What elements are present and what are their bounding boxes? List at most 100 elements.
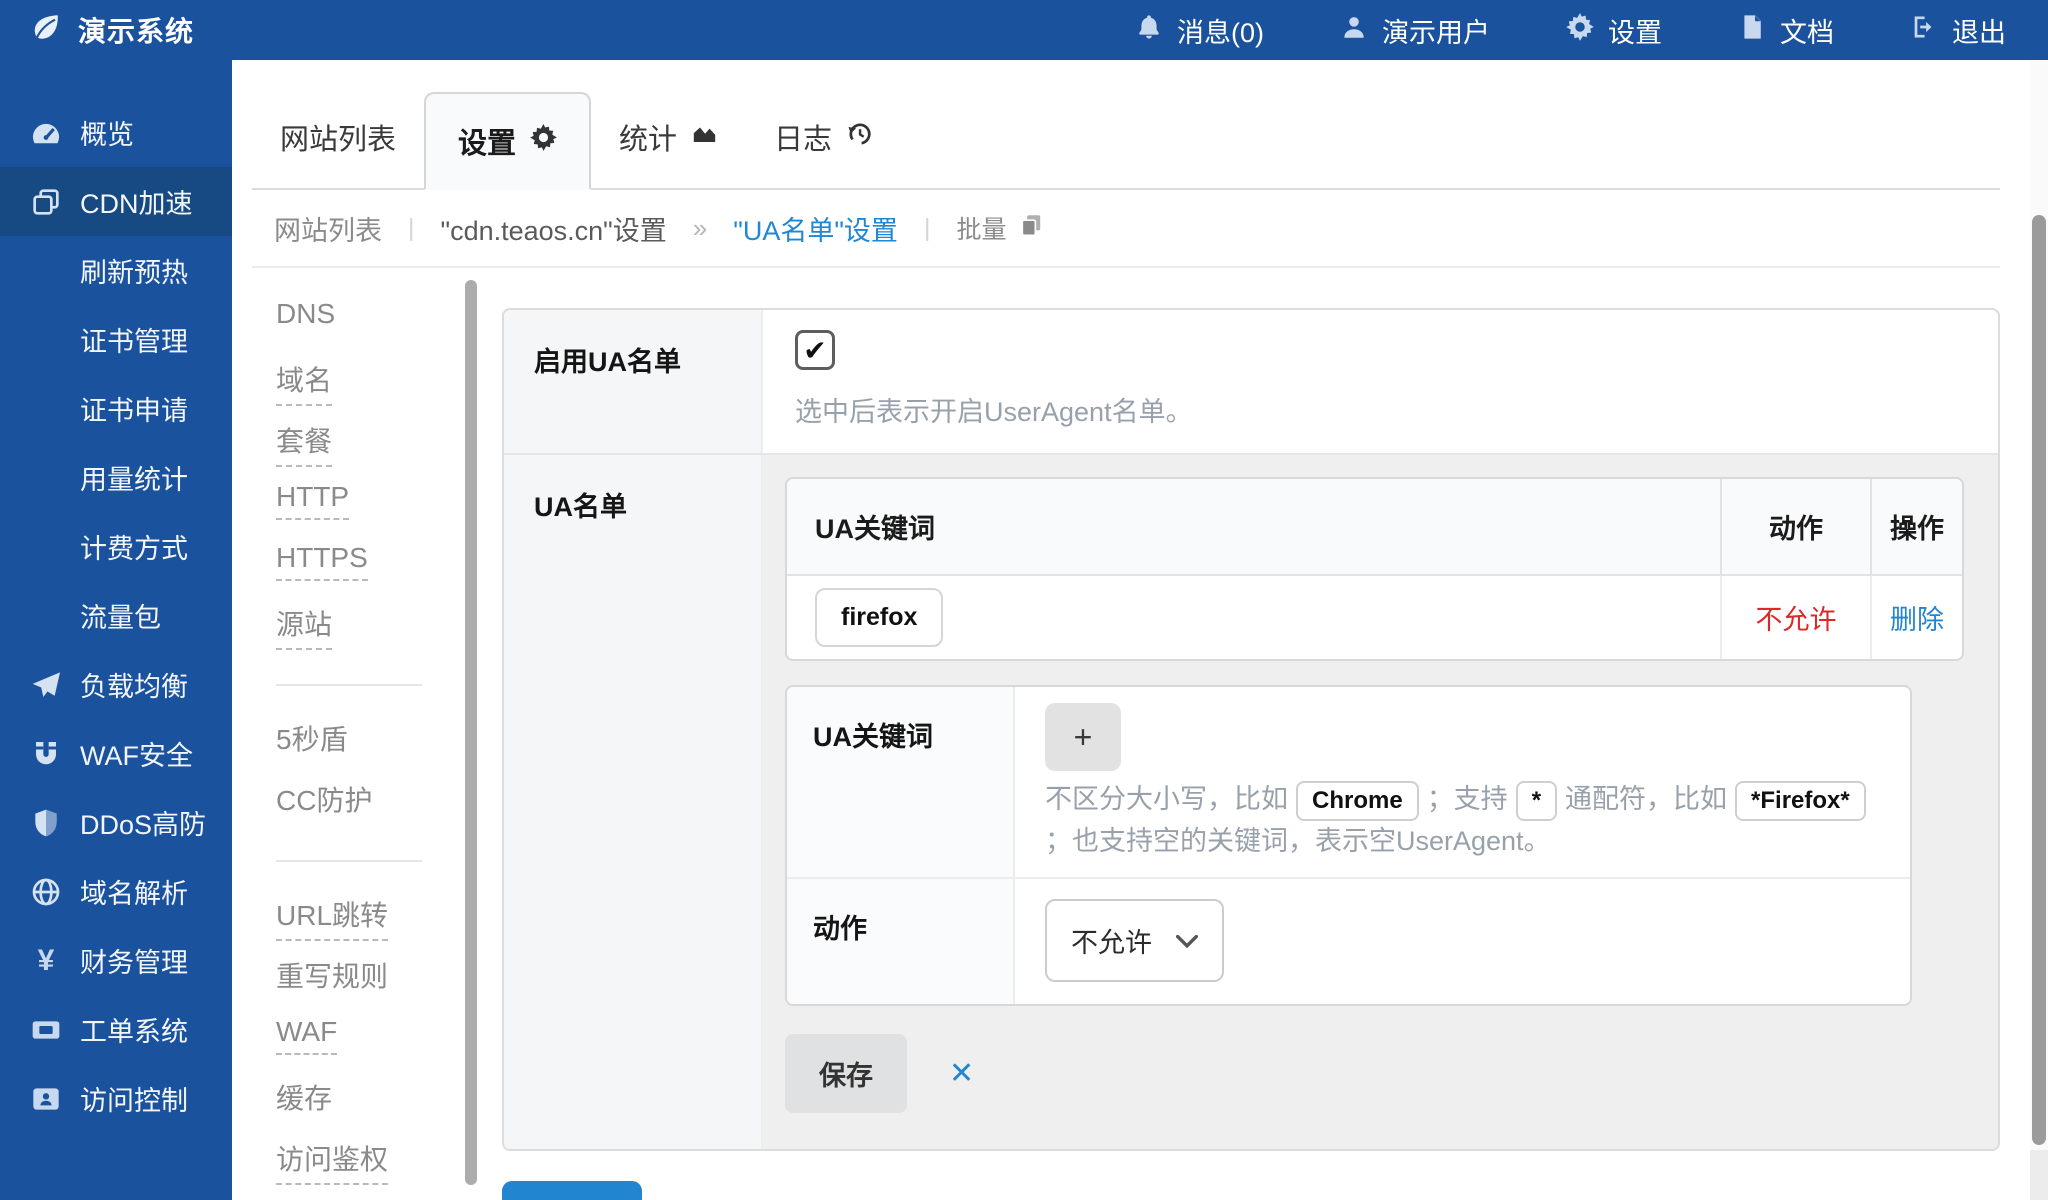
tab-bar: 网站列表 设置 统计 日志 — [252, 60, 2000, 190]
add-keyword-box: UA关键词 + 不区分大小写，比如Chrome；支持*通配符，比如*Firefo… — [785, 685, 1912, 1006]
subnav-item-url-redirect[interactable]: URL跳转 — [276, 894, 464, 955]
window-scrollbar — [2030, 60, 2048, 1200]
breadcrumb-separator: | — [408, 214, 415, 243]
subnav-scrollbar — [464, 268, 478, 1200]
ua-settings-form: 启用UA名单 ✔ 选中后表示开启UserAgent名单。 UA名单 — [478, 268, 2048, 1200]
sidebar-item-dns-resolve[interactable]: 域名解析 — [0, 857, 232, 926]
sidebar-item-overview[interactable]: 概览 — [0, 98, 232, 167]
subnav-item-waf[interactable]: WAF — [276, 1016, 464, 1077]
enable-ua-checkbox[interactable]: ✔ — [795, 330, 835, 370]
yen-icon: ¥ — [28, 944, 64, 978]
sidebar-item-billing-method[interactable]: 计费方式 — [0, 512, 232, 581]
bell-icon — [1135, 13, 1163, 48]
ua-list-label: UA名单 — [504, 455, 763, 1149]
sidebar-item-load-balancer[interactable]: 负载均衡 — [0, 650, 232, 719]
tab-settings[interactable]: 设置 — [424, 92, 591, 190]
tab-logs[interactable]: 日志 — [746, 116, 901, 188]
brand[interactable]: 演示系统 — [0, 10, 194, 50]
subnav-item-http[interactable]: HTTP — [276, 481, 464, 542]
sidebar-item-finance[interactable]: ¥ 财务管理 — [0, 926, 232, 995]
subnav-divider — [276, 684, 422, 686]
batch-button[interactable]: 批量 — [956, 210, 1044, 246]
form-box: 启用UA名单 ✔ 选中后表示开启UserAgent名单。 UA名单 — [502, 308, 2000, 1151]
subnav-item-domains[interactable]: 域名 — [276, 359, 464, 420]
check-icon: ✔ — [803, 334, 826, 367]
breadcrumb-site-settings[interactable]: "cdn.teaos.cn"设置 — [441, 209, 667, 248]
subnav-item-rewrite-rules[interactable]: 重写规则 — [276, 955, 464, 1016]
header-keyword: UA关键词 — [787, 479, 1720, 574]
add-action-label: 动作 — [787, 879, 1015, 1004]
subnav-scrollbar-thumb[interactable] — [465, 280, 477, 1185]
kbd-chrome: Chrome — [1296, 781, 1419, 821]
topbar-menu: 消息(0) 演示用户 设置 文档 退出 — [1135, 11, 2048, 50]
sidebar-item-cert-manage[interactable]: 证书管理 — [0, 305, 232, 374]
sidebar-item-cdn[interactable]: CDN加速 — [0, 167, 232, 236]
ticket-icon — [28, 1014, 64, 1046]
header-action: 动作 — [1720, 479, 1870, 574]
document-icon — [1738, 13, 1766, 48]
leaf-icon — [30, 11, 62, 50]
subnav-item-plan[interactable]: 套餐 — [276, 420, 464, 481]
keyword-hint: 不区分大小写，比如Chrome；支持*通配符，比如*Firefox*；也支持空的… — [1045, 779, 1880, 863]
add-keyword-row: UA关键词 + 不区分大小写，比如Chrome；支持*通配符，比如*Firefo… — [787, 687, 1910, 877]
window-scrollbar-corner — [2030, 1150, 2048, 1200]
user-menu-item[interactable]: 演示用户 — [1340, 11, 1490, 50]
breadcrumb-current[interactable]: "UA名单"设置 — [733, 209, 898, 248]
sidebar-item-label: CDN加速 — [80, 182, 193, 221]
subnav-item-5s-shield[interactable]: 5秒盾 — [276, 718, 464, 779]
sidebar-item-label: 概览 — [80, 113, 134, 152]
docs-menu-item[interactable]: 文档 — [1738, 11, 1834, 50]
id-card-icon — [28, 1083, 64, 1115]
chart-area-icon — [691, 120, 718, 155]
messages-menu-item[interactable]: 消息(0) — [1135, 11, 1264, 50]
action-value: 不允许 — [1720, 576, 1870, 659]
ua-keyword-table: UA关键词 动作 操作 firefox 不允许 — [785, 477, 1964, 661]
delete-link[interactable]: 删除 — [1890, 598, 1944, 637]
magnet-icon — [28, 738, 64, 770]
sidebar-item-tickets[interactable]: 工单系统 — [0, 995, 232, 1064]
sidebar-item-usage-stats[interactable]: 用量统计 — [0, 443, 232, 512]
subnav-item-cc-protect[interactable]: CC防护 — [276, 779, 464, 840]
enable-ua-row: 启用UA名单 ✔ 选中后表示开启UserAgent名单。 — [504, 310, 1998, 453]
sidebar: 概览 CDN加速 刷新预热 证书管理 证书申请 用量统计 计费方式 流量包 负载… — [0, 60, 232, 1200]
copy-icon — [1018, 212, 1044, 245]
docs-label: 文档 — [1780, 11, 1834, 50]
gear-icon — [530, 124, 557, 159]
save-button[interactable]: 保存 — [502, 1181, 642, 1200]
subnav-item-auth[interactable]: 访问鉴权 — [276, 1138, 464, 1199]
subnav-item-https[interactable]: HTTPS — [276, 542, 464, 603]
close-icon[interactable]: ✕ — [949, 1056, 974, 1091]
sidebar-item-waf[interactable]: WAF安全 — [0, 719, 232, 788]
settings-menu-item[interactable]: 设置 — [1566, 11, 1662, 50]
settings-subnav: DNS 域名 套餐 HTTP HTTPS 源站 5秒盾 CC防护 URL跳转 重… — [252, 268, 464, 1200]
settings-label: 设置 — [1608, 11, 1662, 50]
clone-icon — [28, 186, 64, 218]
messages-label: 消息(0) — [1177, 11, 1264, 50]
logout-menu-item[interactable]: 退出 — [1910, 11, 2006, 50]
breadcrumb: 网站列表 | "cdn.teaos.cn"设置 » "UA名单"设置 | 批量 — [252, 190, 2000, 268]
sidebar-item-cert-apply[interactable]: 证书申请 — [0, 374, 232, 443]
sidebar-item-traffic-package[interactable]: 流量包 — [0, 581, 232, 650]
action-select[interactable]: 不允许 — [1045, 899, 1224, 982]
window-scrollbar-thumb[interactable] — [2032, 215, 2046, 1145]
subnav-divider — [276, 860, 422, 862]
sidebar-item-access-control[interactable]: 访问控制 — [0, 1064, 232, 1133]
tab-stats[interactable]: 统计 — [591, 116, 746, 188]
brand-label: 演示系统 — [78, 10, 194, 50]
sidebar-item-ddos[interactable]: DDoS高防 — [0, 788, 232, 857]
table-row: firefox 不允许 删除 — [787, 576, 1962, 659]
logout-icon — [1910, 13, 1938, 48]
subnav-item-dns[interactable]: DNS — [276, 298, 464, 359]
sidebar-item-refresh-preheat[interactable]: 刷新预热 — [0, 236, 232, 305]
subnav-item-cache[interactable]: 缓存 — [276, 1077, 464, 1138]
history-icon — [846, 120, 873, 155]
main-content: 网站列表 设置 统计 日志 网站列表 | "cdn.teaos.cn"设置 » … — [232, 60, 2048, 1200]
tab-site-list[interactable]: 网站列表 — [252, 116, 424, 188]
inline-save-button[interactable]: 保存 — [785, 1034, 907, 1113]
add-action-row: 动作 不允许 — [787, 877, 1910, 1004]
add-keyword-button[interactable]: + — [1045, 703, 1121, 771]
breadcrumb-site-list[interactable]: 网站列表 — [274, 209, 382, 248]
ua-table-header: UA关键词 动作 操作 — [787, 479, 1962, 576]
kbd-firefox: *Firefox* — [1735, 781, 1866, 821]
subnav-item-origin[interactable]: 源站 — [276, 603, 464, 664]
